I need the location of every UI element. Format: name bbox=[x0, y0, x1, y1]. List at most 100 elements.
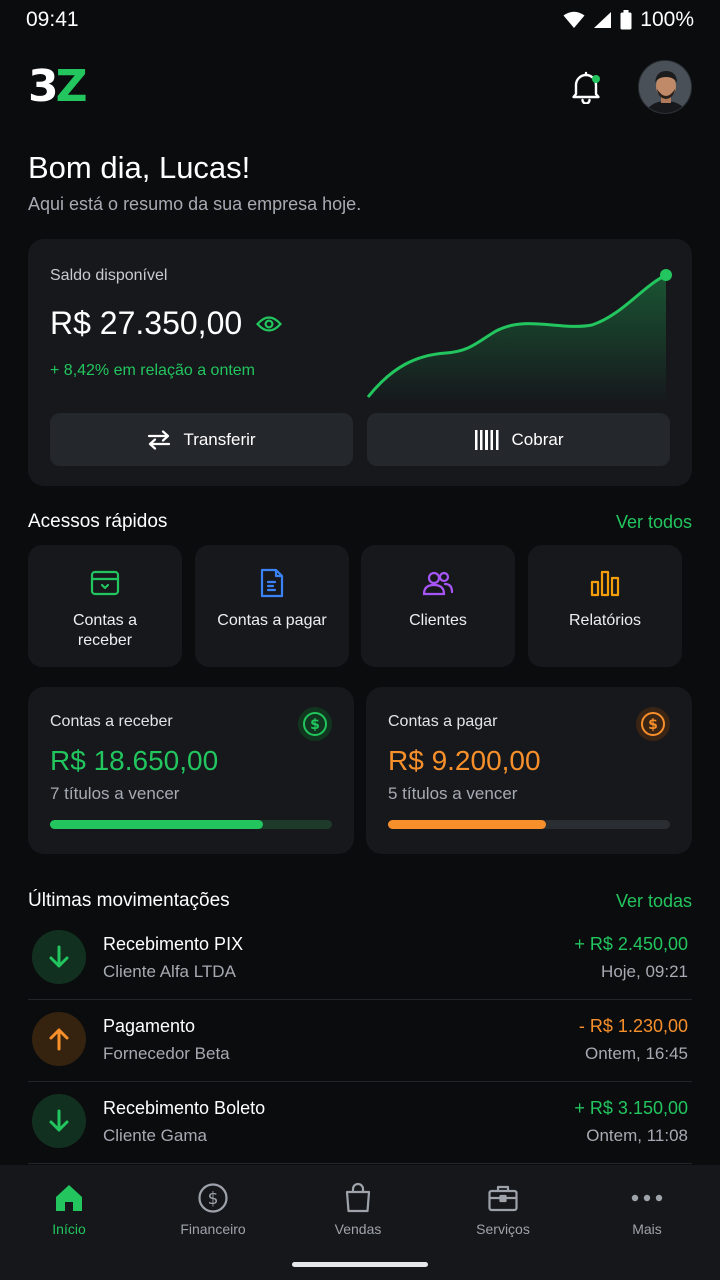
transaction-row[interactable]: Recebimento Boleto Cliente Gama + R$ 3.1… bbox=[28, 1082, 692, 1164]
payable-card[interactable]: Contas a pagar $ R$ 9.200,00 5 títulos a… bbox=[366, 687, 692, 854]
payable-label: Contas a pagar bbox=[388, 713, 498, 730]
nav-label: Início bbox=[52, 1221, 86, 1237]
transaction-title: Pagamento bbox=[103, 1016, 196, 1036]
dollar-icon: $ bbox=[636, 707, 670, 741]
briefcase-icon bbox=[488, 1185, 518, 1212]
transaction-amount: - R$ 1.230,00 bbox=[578, 1016, 688, 1036]
transaction-party: Cliente Gama bbox=[103, 1126, 207, 1145]
company-logo[interactable]: 3Z bbox=[28, 65, 88, 109]
quick-item-label: Contas a receber bbox=[72, 612, 138, 649]
nav-item-financeiro[interactable]: $ Financeiro bbox=[158, 1181, 268, 1237]
notifications-button[interactable] bbox=[564, 65, 608, 109]
transfer-label: Transferir bbox=[183, 429, 256, 449]
home-icon bbox=[56, 1185, 82, 1211]
balance-value: R$ 27.350,00 bbox=[50, 305, 243, 341]
payable-sub: 5 títulos a vencer bbox=[388, 784, 518, 803]
quick-item-label: Contas a pagar bbox=[217, 612, 327, 629]
arrow-down-icon bbox=[32, 930, 86, 984]
more-icon bbox=[631, 1194, 663, 1202]
quick-item-payable[interactable]: Contas a pagar bbox=[195, 545, 349, 667]
nav-label: Vendas bbox=[334, 1221, 382, 1237]
receivable-label: Contas a receber bbox=[50, 713, 173, 730]
transaction-party: Fornecedor Beta bbox=[103, 1044, 230, 1063]
transaction-time: Ontem, 16:45 bbox=[584, 1044, 688, 1063]
battery-level: 100% bbox=[640, 8, 694, 31]
quick-item-receivable[interactable]: Contas a receber bbox=[28, 545, 182, 667]
transaction-amount: + R$ 2.450,00 bbox=[574, 934, 688, 954]
transactions-title: Últimas movimentações bbox=[28, 890, 230, 911]
quick-item-clients[interactable]: Clientes bbox=[361, 545, 515, 667]
wallet-icon bbox=[90, 570, 120, 596]
receivable-sub: 7 títulos a vencer bbox=[50, 784, 180, 803]
transaction-party: Cliente Alfa LTDA bbox=[103, 962, 236, 981]
balance-label: Saldo disponível bbox=[50, 267, 168, 284]
eye-icon[interactable] bbox=[256, 315, 283, 333]
transaction-row[interactable]: Recebimento PIX Cliente Alfa LTDA + R$ 2… bbox=[28, 918, 692, 1000]
shopping-bag-icon bbox=[345, 1182, 371, 1213]
battery-icon bbox=[620, 10, 632, 30]
status-bar: 09:41 100% bbox=[0, 0, 720, 40]
nav-label: Mais bbox=[632, 1221, 662, 1237]
quick-access-header: Acessos rápidos Ver todos bbox=[28, 511, 692, 533]
top-bar: 3Z bbox=[28, 58, 692, 116]
quick-item-label: Relatórios bbox=[568, 612, 642, 629]
wifi-icon bbox=[563, 11, 585, 28]
svg-text:$: $ bbox=[208, 1189, 219, 1209]
status-icons: 100% bbox=[563, 8, 694, 32]
notification-dot bbox=[592, 75, 600, 83]
balance-value-row: R$ 27.350,00 bbox=[50, 305, 283, 342]
dollar-circle-icon: $ bbox=[198, 1183, 228, 1213]
barcode-icon bbox=[474, 429, 499, 450]
quick-access-title: Acessos rápidos bbox=[28, 511, 168, 532]
charge-label: Cobrar bbox=[511, 429, 564, 449]
payable-progress bbox=[388, 820, 670, 829]
receivable-card[interactable]: Contas a receber $ R$ 18.650,00 7 título… bbox=[28, 687, 354, 854]
signal-icon bbox=[594, 12, 612, 28]
dollar-icon: $ bbox=[298, 707, 332, 741]
users-icon bbox=[422, 571, 454, 596]
page-title: Bom dia, Lucas! bbox=[28, 150, 251, 185]
nav-item-mais[interactable]: Mais bbox=[592, 1181, 702, 1237]
bar-chart-icon bbox=[590, 570, 620, 597]
charge-button[interactable]: Cobrar bbox=[367, 413, 670, 466]
payable-progress-fill bbox=[388, 820, 546, 829]
transaction-amount: + R$ 3.150,00 bbox=[574, 1098, 688, 1118]
quick-item-label: Clientes bbox=[409, 612, 467, 629]
nav-label: Financeiro bbox=[180, 1221, 246, 1237]
transaction-title: Recebimento PIX bbox=[103, 934, 244, 954]
balance-change: + 8,42% em relação a ontem bbox=[50, 362, 256, 379]
balance-card: Saldo disponível R$ 27.350,00 + 8,42% em… bbox=[28, 239, 692, 486]
trend-endpoint bbox=[660, 269, 672, 281]
receivable-value: R$ 18.650,00 bbox=[50, 745, 219, 776]
transaction-row[interactable]: Pagamento Fornecedor Beta - R$ 1.230,00 … bbox=[28, 1000, 692, 1082]
document-icon bbox=[260, 568, 284, 598]
quick-item-reports[interactable]: Relatórios bbox=[528, 545, 682, 667]
status-time: 09:41 bbox=[26, 8, 79, 31]
balance-trend-chart bbox=[366, 269, 672, 403]
avatar[interactable] bbox=[638, 60, 692, 114]
home-indicator bbox=[292, 1262, 428, 1267]
trend-area bbox=[368, 275, 666, 403]
arrow-up-icon bbox=[32, 1012, 86, 1066]
transaction-time: Hoje, 09:21 bbox=[601, 962, 688, 981]
nav-item-vendas[interactable]: Vendas bbox=[303, 1181, 413, 1237]
nav-item-home[interactable]: Início bbox=[14, 1181, 124, 1237]
transactions-see-all-link[interactable]: Ver todas bbox=[616, 891, 692, 912]
transfer-icon bbox=[148, 429, 171, 450]
transfer-button[interactable]: Transferir bbox=[50, 413, 353, 466]
arrow-down-icon bbox=[32, 1094, 86, 1148]
quick-access-see-all-link[interactable]: Ver todos bbox=[616, 512, 692, 533]
transaction-time: Ontem, 11:08 bbox=[586, 1126, 688, 1145]
nav-item-servicos[interactable]: Serviços bbox=[448, 1181, 558, 1237]
nav-label: Serviços bbox=[476, 1221, 530, 1237]
transaction-title: Recebimento Boleto bbox=[103, 1098, 266, 1118]
transaction-list: Recebimento PIX Cliente Alfa LTDA + R$ 2… bbox=[28, 918, 692, 1164]
svg-text:$: $ bbox=[648, 717, 658, 733]
receivable-progress-fill bbox=[50, 820, 263, 829]
svg-text:$: $ bbox=[310, 717, 320, 733]
quick-access-grid: Contas a receber Contas a pagar Clientes bbox=[28, 545, 692, 667]
page-subtitle: Aqui está o resumo da sua empresa hoje. bbox=[28, 194, 362, 214]
receivable-progress bbox=[50, 820, 332, 829]
payable-value: R$ 9.200,00 bbox=[388, 745, 541, 776]
transactions-header: Últimas movimentações Ver todas bbox=[28, 890, 692, 912]
